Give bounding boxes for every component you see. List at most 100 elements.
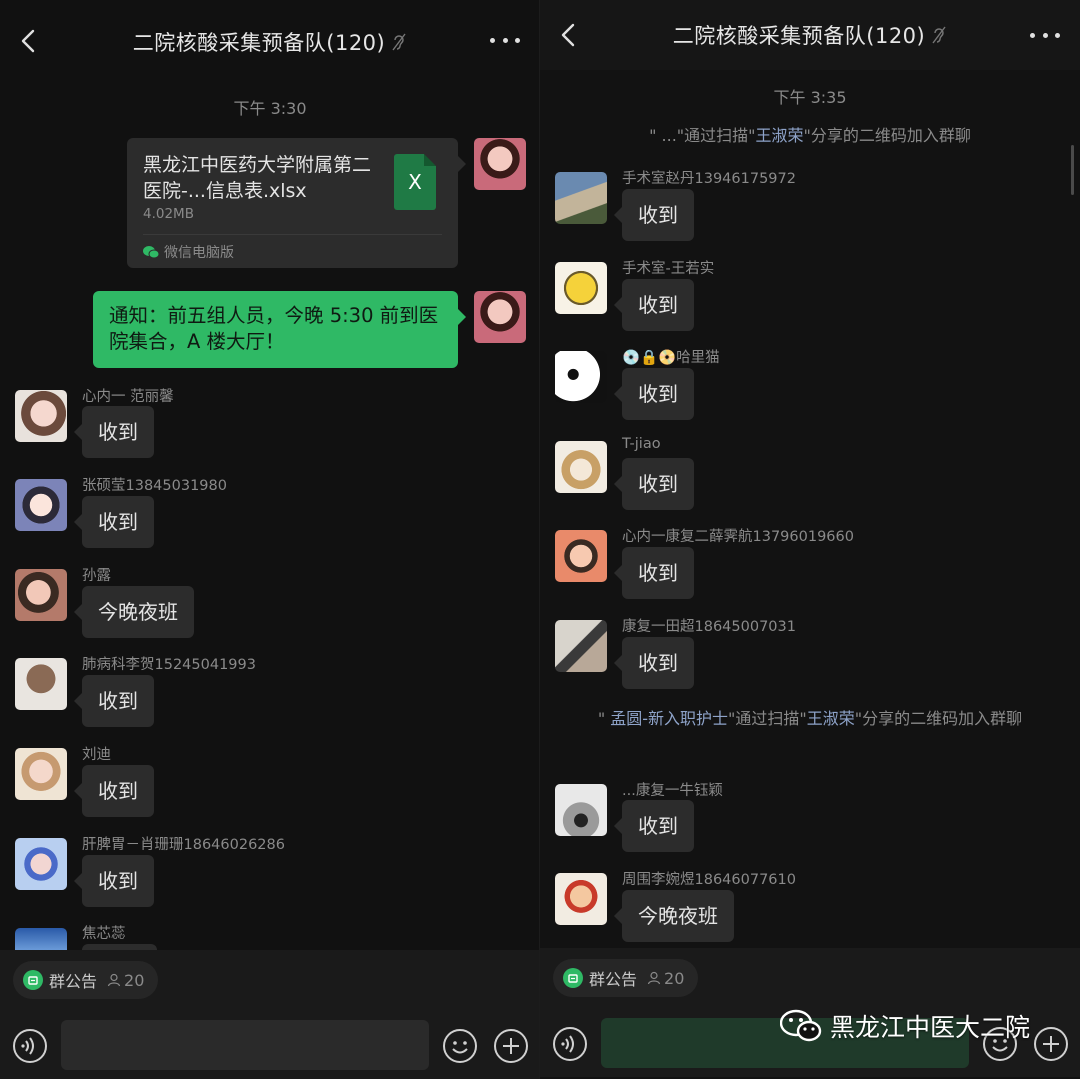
member-avatar[interactable] — [555, 351, 607, 403]
group-notice-chip[interactable]: 群公告 20 — [13, 961, 159, 999]
member-avatar[interactable] — [555, 530, 607, 582]
member-avatar[interactable] — [555, 620, 607, 672]
add-attachment-icon[interactable] — [493, 1028, 529, 1064]
file-name: 黑龙江中医药大学附属第二医院-...信息表.xlsx — [143, 154, 372, 202]
file-source: 微信电脑版 — [143, 242, 234, 262]
member-count-value: 20 — [664, 968, 685, 988]
incoming-text-message[interactable]: 收到 — [614, 279, 694, 331]
incoming-text-message[interactable]: 收到 — [614, 637, 694, 689]
add-attachment-icon[interactable] — [1033, 1026, 1069, 1062]
group-notice-icon — [23, 970, 43, 990]
sender-name: 心内一 范丽馨 — [82, 389, 174, 405]
sender-name: 手术室赵丹13946175972 — [622, 171, 796, 187]
incoming-text-message[interactable]: 收到 — [614, 189, 694, 241]
member-link[interactable]: 王淑荣 — [756, 126, 804, 145]
right-chat-panel: 二院核酸采集预备队(120) 下午 3:35 " ..."通过扫描"王淑荣"分享… — [540, 0, 1080, 1079]
member-avatar[interactable] — [15, 390, 67, 442]
group-notice-label: 群公告 — [49, 972, 98, 991]
system-join-message: " ..."通过扫描"王淑荣"分享的二维码加入群聊 — [570, 121, 1050, 150]
person-icon — [647, 971, 661, 985]
person-icon — [107, 973, 121, 987]
back-arrow-icon[interactable] — [16, 28, 42, 54]
more-options-icon[interactable] — [490, 33, 520, 47]
timestamp: 下午 3:35 — [773, 88, 847, 107]
excel-file-icon: X — [394, 154, 436, 210]
incoming-text-message[interactable]: 收到 — [74, 675, 154, 727]
left-chat-panel: 二院核酸采集预备队(120) 下午 3:30 黑龙江中医药大学附属第二医院-..… — [0, 0, 540, 1079]
back-arrow-icon[interactable] — [556, 22, 582, 48]
incoming-text-message[interactable]: 收到 — [614, 368, 694, 420]
outgoing-text-message[interactable]: 通知：前五组人员，今晚 5:30 前到医院集合，A 楼大厅！ — [93, 291, 466, 368]
sender-name: T-jiao — [622, 436, 661, 452]
system-text: "分享的二维码加入群聊 — [854, 709, 1023, 728]
divider — [143, 234, 442, 235]
sender-name: 肝脾胃－肖珊珊18646026286 — [82, 837, 285, 853]
more-options-icon[interactable] — [1030, 28, 1060, 42]
sender-name: 张硕莹13845031980 — [82, 478, 227, 494]
sender-name: 肺病科李贺15245041993 — [82, 657, 256, 673]
chat-title: 二院核酸采集预备队(120) — [672, 24, 926, 48]
member-avatar[interactable] — [15, 748, 67, 800]
member-avatar[interactable] — [555, 873, 607, 925]
member-avatar[interactable] — [15, 479, 67, 531]
group-notice-icon — [563, 968, 583, 988]
member-avatar[interactable] — [555, 441, 607, 493]
watermark-text: 黑龙江中医大二院 — [830, 1013, 1031, 1042]
file-message-card[interactable]: 黑龙江中医药大学附属第二医院-...信息表.xlsx 4.02MB X 微信电脑… — [127, 138, 466, 268]
chat-title: 二院核酸采集预备队(120) — [132, 31, 386, 55]
self-avatar[interactable] — [474, 291, 526, 343]
system-text: " — [597, 709, 611, 728]
system-join-message: " 孟圆-新入职护士"通过扫描"王淑荣"分享的二维码加入群聊 — [570, 704, 1050, 733]
system-text: "分享的二维码加入群聊 — [803, 126, 971, 145]
account-watermark: 黑龙江中医大二院 — [780, 1008, 1030, 1044]
incoming-text-message[interactable]: 收到 — [74, 855, 154, 907]
file-source-label: 微信电脑版 — [164, 245, 234, 261]
member-avatar[interactable] — [555, 172, 607, 224]
incoming-text-message[interactable]: 今晚夜班 — [614, 890, 734, 942]
file-size: 4.02MB — [143, 206, 194, 222]
member-avatar[interactable] — [15, 569, 67, 621]
sender-name: 康复一田超18645007031 — [622, 619, 796, 635]
incoming-text-message[interactable]: 收到 — [74, 496, 154, 548]
self-avatar[interactable] — [474, 138, 526, 190]
member-link[interactable]: 孟圆-新入职护士 — [610, 709, 728, 728]
member-link[interactable]: 王淑荣 — [807, 709, 855, 728]
system-text: "通过扫描" — [728, 709, 807, 728]
sender-name: 焦芯蕊 — [82, 926, 126, 942]
mute-ear-icon — [392, 33, 406, 51]
sender-name: 刘迪 — [82, 747, 111, 763]
emoji-icon[interactable] — [442, 1028, 478, 1064]
message-input[interactable] — [61, 1020, 429, 1070]
member-avatar[interactable] — [555, 262, 607, 314]
group-notice-label: 群公告 — [589, 970, 638, 989]
chat-header: 二院核酸采集预备队(120) — [540, 0, 1080, 70]
system-text: " ..."通过扫描" — [649, 126, 756, 145]
member-count: 20 — [647, 969, 684, 988]
sender-name: 周围李婉煜18646077610 — [622, 872, 796, 888]
sender-name: 手术室-王若实 — [622, 261, 715, 277]
incoming-text-message[interactable]: 收到 — [614, 800, 694, 852]
member-avatar[interactable] — [15, 928, 67, 950]
scrollbar[interactable] — [1071, 145, 1074, 195]
sender-name: ...康复一牛钰颖 — [622, 783, 723, 799]
group-notice-chip[interactable]: 群公告 20 — [553, 959, 699, 997]
incoming-text-message[interactable]: 收到 — [614, 547, 694, 599]
timestamp: 下午 3:30 — [233, 99, 307, 118]
incoming-text-message[interactable]: 收到 — [614, 458, 694, 510]
incoming-text-message[interactable]: 收到 — [74, 406, 154, 458]
incoming-text-message[interactable]: 今晚夜班 — [74, 586, 194, 638]
sender-name: 心内一康复二薛霁航13796019660 — [622, 529, 854, 545]
chat-footer: 群公告 20 — [0, 950, 540, 1079]
member-avatar[interactable] — [555, 784, 607, 836]
member-avatar[interactable] — [15, 658, 67, 710]
member-count: 20 — [107, 971, 144, 990]
voice-input-icon[interactable] — [12, 1028, 48, 1064]
sender-name: 💿🔒📀哈里猫 — [622, 350, 720, 366]
sender-name: 孙露 — [82, 568, 111, 584]
wechat-icon — [143, 246, 159, 259]
voice-input-icon[interactable] — [552, 1026, 588, 1062]
mute-ear-icon — [932, 26, 946, 44]
incoming-text-message[interactable]: 收到 — [74, 765, 154, 817]
wechat-icon — [780, 1009, 822, 1042]
member-avatar[interactable] — [15, 838, 67, 890]
